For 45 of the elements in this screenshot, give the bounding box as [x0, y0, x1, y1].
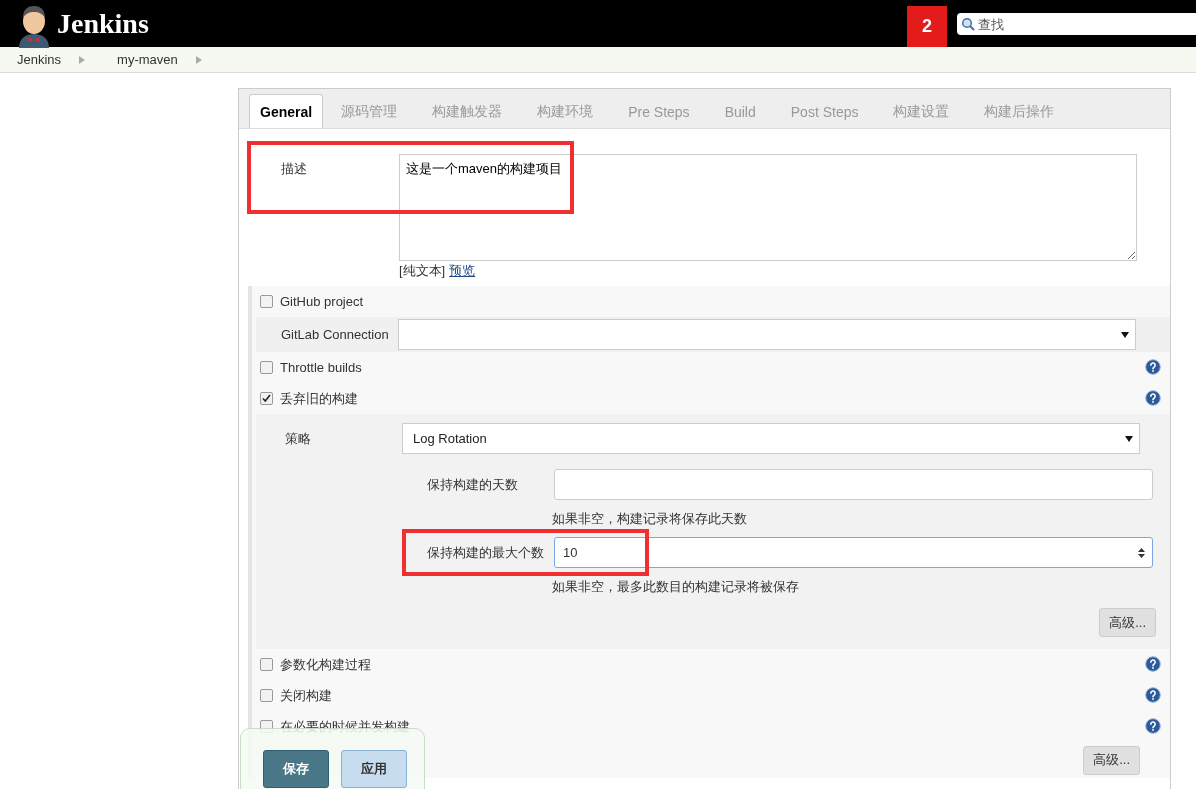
search-field[interactable]: 查找 — [957, 13, 1196, 35]
notification-badge[interactable]: 2 — [907, 6, 947, 47]
help-icon[interactable] — [1145, 359, 1161, 375]
format-label: [纯文本] — [399, 262, 446, 280]
checkbox-label: 关闭构建 — [280, 686, 332, 705]
hint-text: 如果非空，最多此数目的构建记录将被保存 — [551, 578, 800, 596]
advanced-button[interactable]: 高级... — [1099, 608, 1156, 637]
help-icon[interactable] — [1145, 656, 1161, 672]
checkbox[interactable] — [260, 295, 273, 308]
breadcrumb-link[interactable]: my-maven — [117, 52, 178, 67]
checkbox[interactable] — [260, 392, 273, 405]
save-button[interactable]: 保存 — [263, 750, 329, 788]
tab[interactable]: General — [249, 94, 324, 128]
caret-icon — [1125, 435, 1133, 442]
chevron-icon — [79, 55, 86, 64]
field-label: 保持构建的最大个数 — [427, 543, 545, 562]
chevron-icon — [195, 55, 202, 64]
help-icon[interactable] — [1145, 718, 1161, 734]
app-title: Jenkins — [57, 7, 149, 40]
logo-icon — [17, 3, 51, 48]
advanced-button[interactable]: 高级... — [1083, 745, 1140, 775]
field-label: 保持构建的天数 — [427, 475, 519, 494]
description-field[interactable]: 这是一个maven的构建项目 — [399, 154, 1137, 261]
help-icon[interactable] — [1145, 687, 1161, 703]
checkbox[interactable] — [260, 658, 273, 671]
field-label: 策略 — [284, 429, 312, 448]
field-label: 描述 — [280, 160, 308, 178]
checkbox[interactable] — [260, 689, 273, 702]
checkbox-label: Throttle builds — [280, 360, 362, 375]
caret-icon — [1121, 331, 1129, 338]
checkbox-label: GitHub project — [280, 294, 364, 309]
checkbox-label: 参数化构建过程 — [280, 655, 371, 674]
input-field[interactable]: 10 — [554, 537, 1153, 568]
search-icon — [961, 17, 975, 31]
checkbox-label: 丢弃旧的构建 — [280, 389, 358, 408]
spinner-icon[interactable] — [1137, 545, 1146, 560]
strategy-select[interactable]: Log Rotation — [402, 423, 1140, 454]
checkbox[interactable] — [260, 361, 273, 374]
preview-link[interactable]: 预览 — [449, 262, 476, 280]
hint-text: 如果非空，构建记录将保存此天数 — [551, 510, 748, 528]
input-field[interactable] — [554, 469, 1153, 500]
breadcrumb-link[interactable]: Jenkins — [17, 52, 62, 67]
field-label: GitLab Connection — [280, 327, 390, 342]
apply-button[interactable]: 应用 — [341, 750, 407, 788]
help-icon[interactable] — [1145, 390, 1161, 406]
